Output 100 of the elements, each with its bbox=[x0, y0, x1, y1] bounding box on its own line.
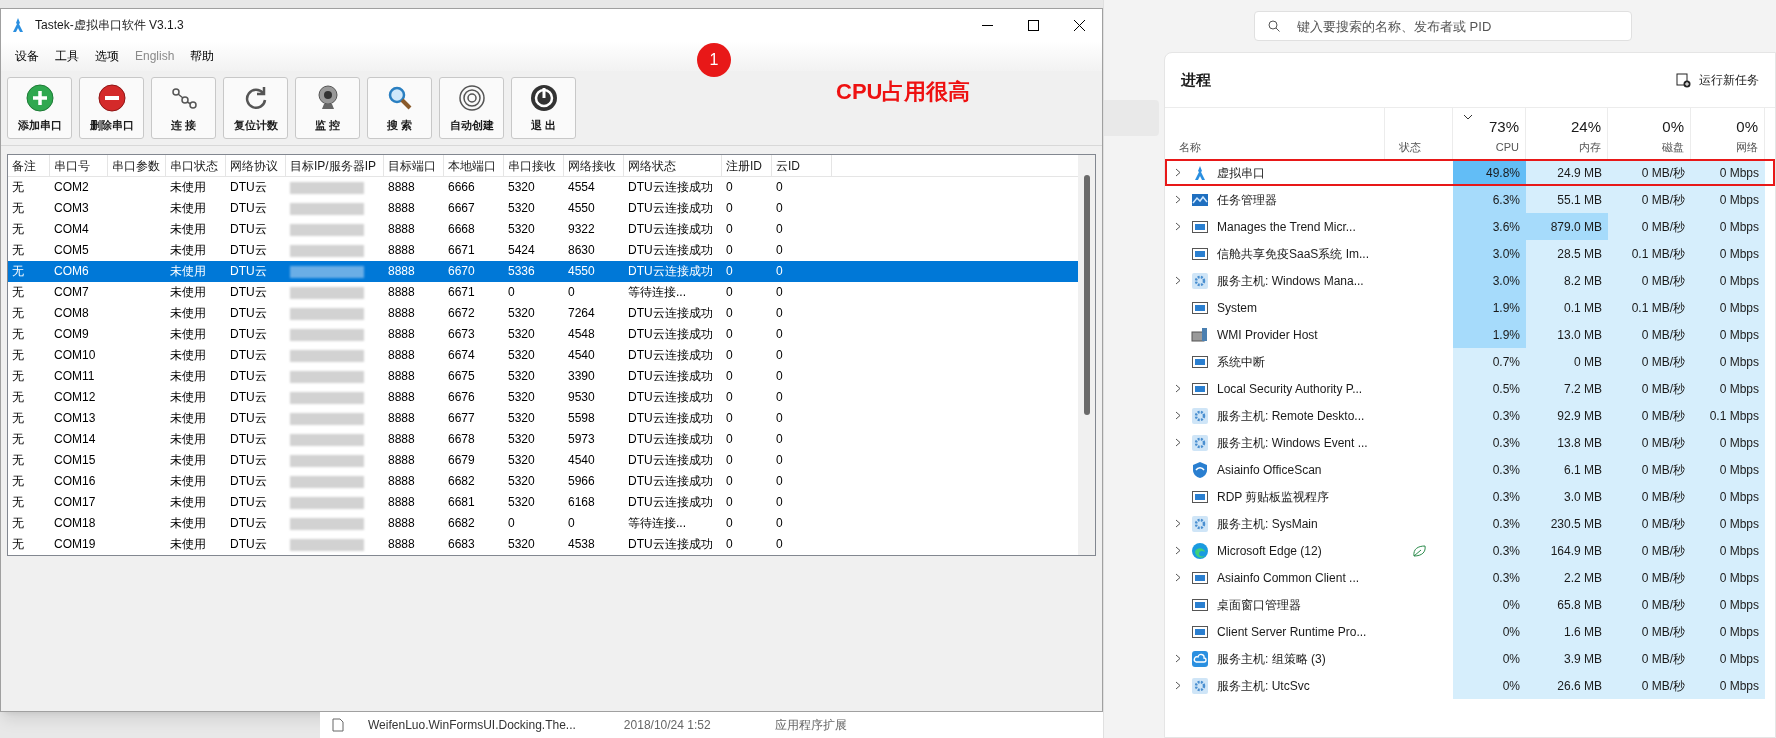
table-cell: COM16 bbox=[54, 474, 96, 488]
table-row[interactable]: 无 COM9 未使用 DTU云 8888 6673 5320 4548 DTU云连接成功 0 0 bbox=[8, 324, 1078, 345]
chevron-icon[interactable] bbox=[1175, 384, 1181, 393]
process-row[interactable]: Asiainfo OfficeScan 0.3% 6.1 MB 0 MB/秒 0 Mbps bbox=[1165, 456, 1775, 483]
process-row[interactable]: 桌面窗口管理器 0% 65.8 MB 0 MB/秒 0 Mbps bbox=[1165, 591, 1775, 618]
column-header[interactable]: 串口号 bbox=[50, 155, 108, 176]
table-row[interactable]: 无 COM7 未使用 DTU云 8888 6671 0 0 等待连接... 0 0 bbox=[8, 282, 1078, 303]
table-cell: 5598 bbox=[568, 411, 595, 425]
table-cell: 3390 bbox=[568, 369, 595, 383]
column-header[interactable]: 串口状态 bbox=[166, 155, 226, 176]
table-row[interactable]: 无 COM4 未使用 DTU云 8888 6668 5320 9322 DTU云连接成功 0 0 bbox=[8, 219, 1078, 240]
chevron-icon[interactable] bbox=[1175, 654, 1181, 663]
column-header[interactable]: 网络状态 bbox=[624, 155, 722, 176]
file-row[interactable]: WeifenLuo.WinFormsUI.Docking.The... 2018/10/24 1:52 应用程序扩展 bbox=[320, 712, 1103, 738]
table-row[interactable]: 无 COM10 未使用 DTU云 8888 6674 5320 4540 DTU云连接成功 0 0 bbox=[8, 345, 1078, 366]
table-row[interactable]: 无 COM15 未使用 DTU云 8888 6679 5320 4540 DTU云连接成功 0 0 bbox=[8, 450, 1078, 471]
process-row[interactable]: 服务主机: SysMain 0.3% 230.5 MB 0 MB/秒 0 Mbps bbox=[1165, 510, 1775, 537]
toolbar-button[interactable]: 连 接 bbox=[151, 77, 216, 139]
chevron-icon[interactable] bbox=[1175, 222, 1181, 231]
chevron-icon[interactable] bbox=[1175, 573, 1181, 582]
column-header[interactable]: CPU bbox=[1495, 138, 1519, 155]
table-row[interactable]: 无 COM16 未使用 DTU云 8888 6682 5320 5966 DTU云连接成功 0 0 bbox=[8, 471, 1078, 492]
table-row[interactable]: 无 COM14 未使用 DTU云 8888 6678 5320 5973 DTU云连接成功 0 0 bbox=[8, 429, 1078, 450]
table-row[interactable]: 无 COM6 未使用 DTU云 8888 6670 5336 4550 DTU云连接成功 0 0 bbox=[8, 261, 1078, 282]
chevron-icon[interactable] bbox=[1175, 195, 1181, 204]
process-row[interactable]: 服务主机: Remote Deskto... 0.3% 92.9 MB 0 MB/秒 0.1 Mbps bbox=[1165, 402, 1775, 429]
column-header[interactable]: 内存 bbox=[1579, 138, 1601, 155]
column-header[interactable]: 串口参数 bbox=[108, 155, 166, 176]
process-row[interactable]: System 1.9% 0.1 MB 0.1 MB/秒 0 Mbps bbox=[1165, 294, 1775, 321]
run-task-button[interactable]: 运行新任务 bbox=[1676, 71, 1759, 89]
table-row[interactable]: 无 COM18 未使用 DTU云 8888 6682 0 0 等待连接... 0 0 bbox=[8, 513, 1078, 534]
process-row[interactable]: Microsoft Edge (12) 0.3% 164.9 MB 0 MB/秒 0 Mbps bbox=[1165, 537, 1775, 564]
column-header[interactable]: 串口接收 bbox=[504, 155, 564, 176]
menu-item[interactable]: 选项 bbox=[89, 47, 125, 65]
column-header[interactable]: 目标端口 bbox=[384, 155, 444, 176]
table-row[interactable]: 无 COM5 未使用 DTU云 8888 6671 5424 8630 DTU云连接成功 0 0 bbox=[8, 240, 1078, 261]
process-row[interactable]: 任务管理器 6.3% 55.1 MB 0 MB/秒 0 Mbps bbox=[1165, 186, 1775, 213]
column-header[interactable]: 备注 bbox=[8, 155, 50, 176]
chevron-icon[interactable] bbox=[1175, 681, 1181, 690]
table-cell: 等待连接... bbox=[628, 516, 686, 530]
process-row[interactable]: 虚拟串口 49.8% 24.9 MB 0 MB/秒 0 Mbps bbox=[1165, 159, 1775, 186]
table-cell: 6672 bbox=[448, 306, 475, 320]
column-header[interactable]: 本地端口 bbox=[444, 155, 504, 176]
search-field[interactable]: 键入要搜索的名称、发布者或 PID bbox=[1254, 11, 1632, 41]
toolbar-button[interactable]: 监 控 bbox=[295, 77, 360, 139]
column-header[interactable]: 网络协议 bbox=[226, 155, 286, 176]
column-header[interactable]: 目标IP/服务器IP bbox=[286, 155, 384, 176]
chevron-icon[interactable] bbox=[1175, 276, 1181, 285]
process-row[interactable]: Manages the Trend Micr... 3.6% 879.0 MB 0 MB/秒 0 Mbps bbox=[1165, 213, 1775, 240]
disk-cell: 0 MB/秒 bbox=[1608, 267, 1691, 294]
column-header[interactable]: 注册ID bbox=[722, 155, 772, 176]
table-cell: 0 bbox=[726, 432, 733, 446]
column-header[interactable]: 云ID bbox=[772, 155, 832, 176]
process-row[interactable]: Asiainfo Common Client ... 0.3% 2.2 MB 0 MB/秒 0 Mbps bbox=[1165, 564, 1775, 591]
toolbar-button[interactable]: 退 出 bbox=[511, 77, 576, 139]
toolbar-button[interactable]: 添加串口 bbox=[7, 77, 72, 139]
column-header[interactable]: 网络 bbox=[1736, 138, 1758, 155]
process-row[interactable]: Client Server Runtime Pro... 0% 1.6 MB 0 MB/秒 0 Mbps bbox=[1165, 618, 1775, 645]
toolbar-button[interactable]: 删除串口 bbox=[79, 77, 144, 139]
process-row[interactable]: 服务主机: Windows Mana... 3.0% 8.2 MB 0 MB/秒 0 Mbps bbox=[1165, 267, 1775, 294]
memory-cell: 164.9 MB bbox=[1526, 537, 1608, 564]
table-cell: 无 bbox=[12, 390, 24, 404]
table-cell: COM4 bbox=[54, 222, 89, 236]
process-row[interactable]: 服务主机: Windows Event ... 0.3% 13.8 MB 0 MB/秒 0 Mbps bbox=[1165, 429, 1775, 456]
process-row[interactable]: 信舱共享免疫SaaS系统 Im... 3.0% 28.5 MB 0.1 MB/秒 0 Mbps bbox=[1165, 240, 1775, 267]
menu-item[interactable]: 设备 bbox=[9, 47, 45, 65]
menu-item[interactable]: 帮助 bbox=[184, 47, 221, 65]
toolbar-button[interactable]: 搜 索 bbox=[367, 77, 432, 139]
chevron-icon[interactable] bbox=[1175, 168, 1181, 177]
process-row[interactable]: WMI Provider Host 1.9% 13.0 MB 0 MB/秒 0 Mbps bbox=[1165, 321, 1775, 348]
column-header[interactable]: 磁盘 bbox=[1662, 138, 1684, 155]
table-cell: 6682 bbox=[448, 474, 475, 488]
table-row[interactable]: 无 COM3 未使用 DTU云 8888 6667 5320 4550 DTU云连接成功 0 0 bbox=[8, 198, 1078, 219]
menu-item[interactable]: 工具 bbox=[49, 47, 85, 65]
table-cell: COM13 bbox=[54, 411, 96, 425]
process-row[interactable]: 服务主机: 组策略 (3) 0% 3.9 MB 0 MB/秒 0 Mbps bbox=[1165, 645, 1775, 672]
table-row[interactable]: 无 COM11 未使用 DTU云 8888 6675 5320 3390 DTU云连接成功 0 0 bbox=[8, 366, 1078, 387]
chevron-icon[interactable] bbox=[1175, 519, 1181, 528]
process-row[interactable]: Local Security Authority P... 0.5% 7.2 MB 0 MB/秒 0 Mbps bbox=[1165, 375, 1775, 402]
memory-cell: 92.9 MB bbox=[1526, 402, 1608, 429]
process-row[interactable]: 系统中断 0.7% 0 MB 0 MB/秒 0 Mbps bbox=[1165, 348, 1775, 375]
process-row[interactable]: RDP 剪贴板监视程序 0.3% 3.0 MB 0 MB/秒 0 Mbps bbox=[1165, 483, 1775, 510]
table-row[interactable]: 无 COM17 未使用 DTU云 8888 6681 5320 6168 DTU云连接成功 0 0 bbox=[8, 492, 1078, 513]
table-row[interactable]: 无 COM8 未使用 DTU云 8888 6672 5320 7264 DTU云连接成功 0 0 bbox=[8, 303, 1078, 324]
file-type: 应用程序扩展 bbox=[774, 717, 847, 734]
toolbar-button[interactable]: 自动创建 bbox=[439, 77, 504, 139]
column-header[interactable]: 状态 bbox=[1399, 138, 1421, 155]
target-icon bbox=[456, 82, 487, 113]
process-row[interactable]: 服务主机: UtcSvc 0% 26.6 MB 0 MB/秒 0 Mbps bbox=[1165, 672, 1775, 699]
table-row[interactable]: 无 COM13 未使用 DTU云 8888 6677 5320 5598 DTU云连接成功 0 0 bbox=[8, 408, 1078, 429]
toolbar-button[interactable]: 复位计数 bbox=[223, 77, 288, 139]
column-header[interactable]: 网络接收 bbox=[564, 155, 624, 176]
chevron-icon[interactable] bbox=[1175, 438, 1181, 447]
column-header[interactable]: 名称 bbox=[1179, 138, 1201, 155]
chevron-icon[interactable] bbox=[1175, 411, 1181, 420]
table-row[interactable]: 无 COM12 未使用 DTU云 8888 6676 5320 9530 DTU云连接成功 0 0 bbox=[8, 387, 1078, 408]
chevron-icon[interactable] bbox=[1175, 546, 1181, 555]
table-row[interactable]: 无 COM19 未使用 DTU云 8888 6683 5320 4538 DTU云连接成功 0 0 bbox=[8, 534, 1078, 555]
gear-icon bbox=[1191, 406, 1209, 425]
table-row[interactable]: 无 COM2 未使用 DTU云 8888 6666 5320 4554 DTU云连接成功 0 0 bbox=[8, 177, 1078, 198]
